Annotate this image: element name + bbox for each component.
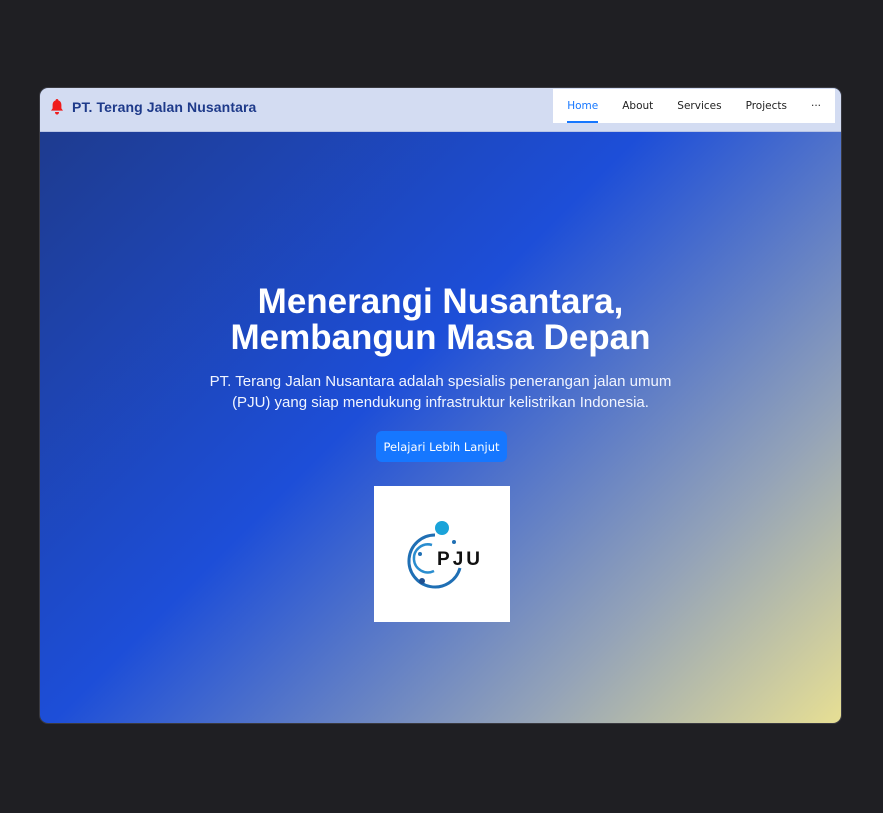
hero-title-line-1: Menerangi Nusantara, bbox=[257, 282, 624, 321]
hero-section: Menerangi Nusantara, Membangun Masa Depa… bbox=[40, 131, 841, 723]
learn-more-button[interactable]: Pelajari Lebih Lanjut bbox=[376, 431, 507, 462]
hero-title: Menerangi Nusantara, Membangun Masa Depa… bbox=[40, 284, 841, 356]
navbar: PT. Terang Jalan Nusantara Home About Se… bbox=[40, 88, 841, 132]
brand-name: PT. Terang Jalan Nusantara bbox=[72, 99, 257, 115]
browser-window: PT. Terang Jalan Nusantara Home About Se… bbox=[40, 88, 841, 723]
pju-logo-graphic: PJU bbox=[407, 521, 483, 589]
nav-item-home[interactable]: Home bbox=[555, 89, 610, 123]
nav-item-projects[interactable]: Projects bbox=[734, 89, 799, 123]
bell-icon bbox=[51, 99, 63, 115]
nav-more-button[interactable]: ··· bbox=[799, 89, 833, 123]
pju-logo-text: PJU bbox=[437, 549, 483, 570]
hero-description: PT. Terang Jalan Nusantara adalah spesia… bbox=[209, 373, 672, 411]
hero-title-line-2: Membangun Masa Depan bbox=[230, 318, 651, 357]
nav-menu: Home About Services Projects ··· bbox=[553, 89, 835, 123]
nav-item-services[interactable]: Services bbox=[665, 89, 733, 123]
pju-logo: PJU bbox=[374, 486, 510, 622]
brand[interactable]: PT. Terang Jalan Nusantara bbox=[50, 98, 256, 116]
nav-item-about[interactable]: About bbox=[610, 89, 665, 123]
